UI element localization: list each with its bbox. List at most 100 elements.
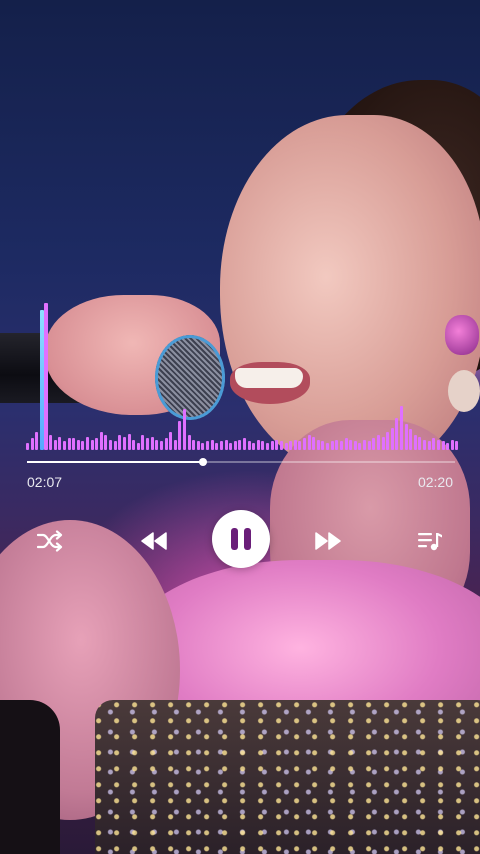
visualizer-bar (243, 438, 246, 450)
visualizer-bar (316, 439, 320, 450)
visualizer-bar (256, 439, 260, 450)
visualizer-bar (376, 435, 380, 450)
visualizer-bar (233, 441, 237, 450)
visualizer-bar (169, 432, 173, 450)
visualizer-bar (386, 432, 390, 450)
visualizer-bar (326, 442, 330, 450)
visualizer-bar (178, 420, 182, 450)
shuffle-icon (37, 530, 63, 552)
visualizer-bar (173, 439, 177, 450)
visualizer-bar (132, 439, 136, 450)
visualizer-bar (303, 438, 307, 450)
visualizer-bar (44, 303, 49, 450)
visualizer-bar (312, 436, 316, 450)
visualizer-bar (26, 442, 29, 450)
visualizer-bar (141, 435, 145, 450)
rewind-icon (141, 532, 167, 550)
sequin-top (95, 700, 480, 854)
pause-button[interactable] (212, 510, 270, 568)
visualizer-bar (279, 441, 283, 450)
visualizer-bar (418, 436, 422, 450)
visualizer-bar (150, 436, 154, 450)
visualizer-bar (335, 439, 339, 450)
previous-button[interactable] (134, 521, 174, 561)
visualizer-bar (95, 438, 99, 450)
visualizer-bar (99, 432, 103, 450)
visualizer-bar (219, 441, 223, 450)
next-button[interactable] (308, 521, 348, 561)
visualizer-bar (390, 427, 394, 450)
audio-visualizer (26, 300, 460, 450)
seek-bar-fill (27, 461, 203, 463)
fast-forward-icon (315, 532, 341, 550)
dark-sleeve (0, 700, 60, 854)
visualizer-bar (441, 441, 445, 450)
visualizer-bar (81, 441, 85, 450)
visualizer-bar (136, 442, 140, 450)
queue-music-icon (418, 533, 442, 551)
visualizer-bar (289, 441, 293, 450)
visualizer-bar (298, 441, 302, 450)
visualizer-bar (118, 435, 122, 450)
visualizer-bar (201, 442, 205, 450)
visualizer-bar (270, 441, 274, 450)
visualizer-bar (187, 435, 191, 450)
visualizer-bar (261, 441, 265, 450)
visualizer-bar (427, 441, 431, 450)
visualizer-bar (122, 436, 126, 450)
visualizer-bar (413, 435, 417, 450)
visualizer-bar (399, 405, 403, 450)
visualizer-bar (146, 438, 150, 450)
visualizer-bar (30, 438, 34, 450)
visualizer-bar (266, 442, 270, 450)
visualizer-bar (155, 439, 159, 450)
visualizer-bar (395, 417, 399, 450)
seek-bar[interactable] (27, 458, 455, 466)
pause-icon (228, 528, 254, 550)
visualizer-bar (58, 436, 62, 450)
shuffle-button[interactable] (30, 521, 70, 561)
visualizer-bar (196, 441, 200, 450)
visualizer-bar (210, 439, 214, 450)
queue-button[interactable] (410, 521, 450, 561)
visualizer-bar (86, 436, 90, 450)
visualizer-bar (409, 429, 413, 450)
visualizer-bar (349, 439, 353, 450)
elapsed-time: 02:07 (27, 474, 63, 490)
visualizer-bar (284, 442, 288, 450)
visualizer-bar (344, 438, 348, 450)
pause-bar-right (244, 528, 251, 550)
visualizer-bar (109, 439, 113, 450)
visualizer-bar (72, 438, 76, 450)
visualizer-bar (62, 441, 66, 450)
visualizer-bar (446, 442, 450, 450)
visualizer-bar (381, 436, 385, 450)
visualizer-bar (215, 442, 219, 450)
visualizer-bar (252, 442, 256, 450)
visualizer-bar (192, 439, 196, 450)
visualizer-bar (432, 438, 436, 450)
visualizer-bar (224, 439, 228, 450)
visualizer-bar (113, 441, 117, 450)
visualizer-bar (363, 439, 367, 450)
visualizer-bar (358, 442, 362, 450)
total-duration: 02:20 (417, 474, 453, 490)
visualizer-bar (307, 435, 311, 450)
visualizer-bar (39, 310, 44, 450)
visualizer-bar (372, 438, 376, 450)
visualizer-bar (53, 439, 57, 450)
visualizer-bar (455, 441, 459, 450)
visualizer-bar (367, 441, 371, 450)
seek-bar-thumb[interactable] (198, 458, 207, 466)
visualizer-bar (404, 423, 408, 450)
visualizer-bar (159, 441, 163, 450)
visualizer-bar (450, 439, 454, 450)
visualizer-bar (436, 439, 440, 450)
visualizer-bar (182, 408, 186, 450)
visualizer-bar (339, 441, 343, 450)
visualizer-bar (67, 438, 71, 450)
visualizer-bar (49, 435, 53, 450)
visualizer-bar (238, 439, 242, 450)
visualizer-bar (35, 432, 39, 450)
visualizer-bar (423, 439, 427, 450)
